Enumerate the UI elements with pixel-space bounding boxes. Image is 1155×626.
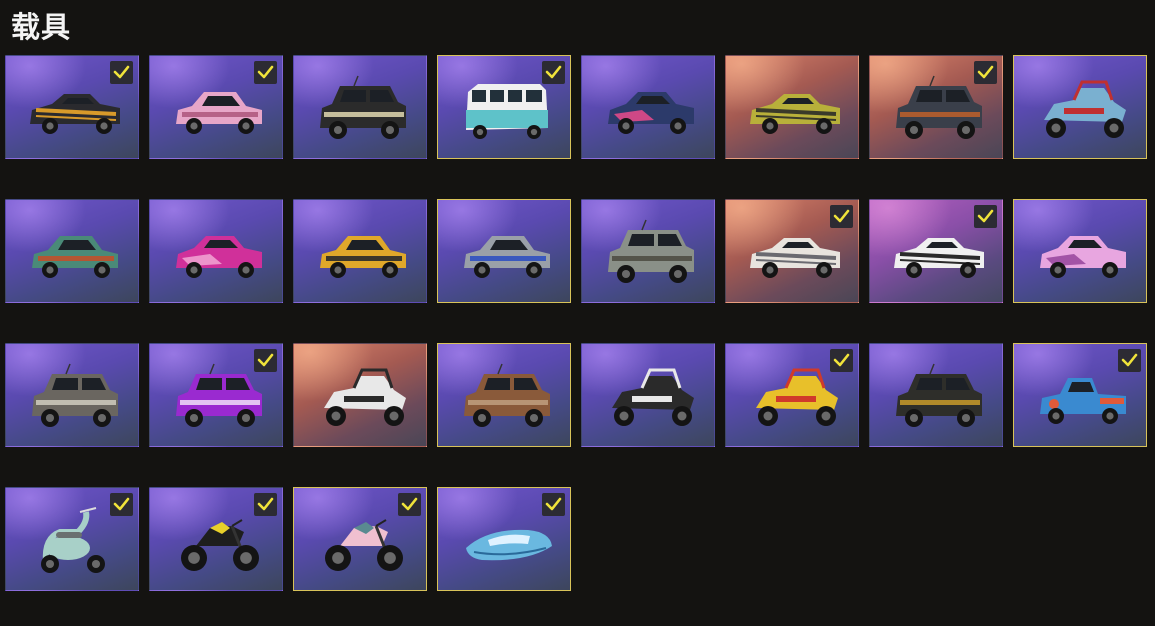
vehicle-card[interactable] — [149, 343, 283, 447]
owned-check-icon — [254, 61, 277, 84]
vehicle-card[interactable] — [1013, 199, 1147, 303]
vehicle-grid — [0, 0, 1155, 626]
owned-check-icon — [542, 61, 565, 84]
vehicle-card[interactable] — [293, 55, 427, 159]
vehicle-card[interactable] — [437, 343, 571, 447]
vehicle-card[interactable] — [437, 487, 571, 591]
muscle-car-icon — [746, 70, 846, 148]
vehicle-card[interactable] — [1013, 343, 1147, 447]
owned-check-icon — [110, 493, 133, 516]
suv-icon — [314, 70, 414, 148]
vehicle-card[interactable] — [149, 487, 283, 591]
owned-check-icon — [254, 493, 277, 516]
vehicle-card[interactable] — [581, 199, 715, 303]
vehicle-card[interactable] — [869, 343, 1003, 447]
vehicle-card[interactable] — [149, 199, 283, 303]
coupe-icon — [1034, 214, 1134, 292]
vehicle-card[interactable] — [581, 55, 715, 159]
owned-check-icon — [1118, 349, 1141, 372]
coupe-icon — [170, 214, 270, 292]
vehicle-card[interactable] — [725, 199, 859, 303]
sedan-icon — [458, 214, 558, 292]
suv-icon — [26, 358, 126, 436]
vehicle-card[interactable] — [293, 199, 427, 303]
owned-check-icon — [110, 61, 133, 84]
owned-check-icon — [974, 61, 997, 84]
buggy-icon — [602, 358, 702, 436]
suv-icon — [602, 214, 702, 292]
vehicle-card[interactable] — [1013, 55, 1147, 159]
sedan-icon — [26, 214, 126, 292]
vehicle-card[interactable] — [581, 343, 715, 447]
vehicle-card[interactable] — [293, 343, 427, 447]
vehicle-card[interactable] — [725, 55, 859, 159]
owned-check-icon — [974, 205, 997, 228]
vehicle-card[interactable] — [149, 55, 283, 159]
coupe-icon — [602, 70, 702, 148]
vehicle-card[interactable] — [437, 55, 571, 159]
vehicle-card[interactable] — [5, 343, 139, 447]
suv-icon — [890, 358, 990, 436]
owned-check-icon — [542, 493, 565, 516]
vehicle-card[interactable] — [437, 199, 571, 303]
vehicle-card[interactable] — [869, 199, 1003, 303]
suv-icon — [458, 358, 558, 436]
owned-check-icon — [398, 493, 421, 516]
owned-check-icon — [830, 205, 853, 228]
vehicle-card[interactable] — [293, 487, 427, 591]
vehicle-card[interactable] — [5, 199, 139, 303]
vehicle-card[interactable] — [869, 55, 1003, 159]
vehicle-card[interactable] — [5, 487, 139, 591]
buggy-icon — [1034, 70, 1134, 148]
buggy-icon — [314, 358, 414, 436]
vehicle-card[interactable] — [725, 343, 859, 447]
vehicle-card[interactable] — [5, 55, 139, 159]
owned-check-icon — [254, 349, 277, 372]
sedan-icon — [314, 214, 414, 292]
owned-check-icon — [830, 349, 853, 372]
